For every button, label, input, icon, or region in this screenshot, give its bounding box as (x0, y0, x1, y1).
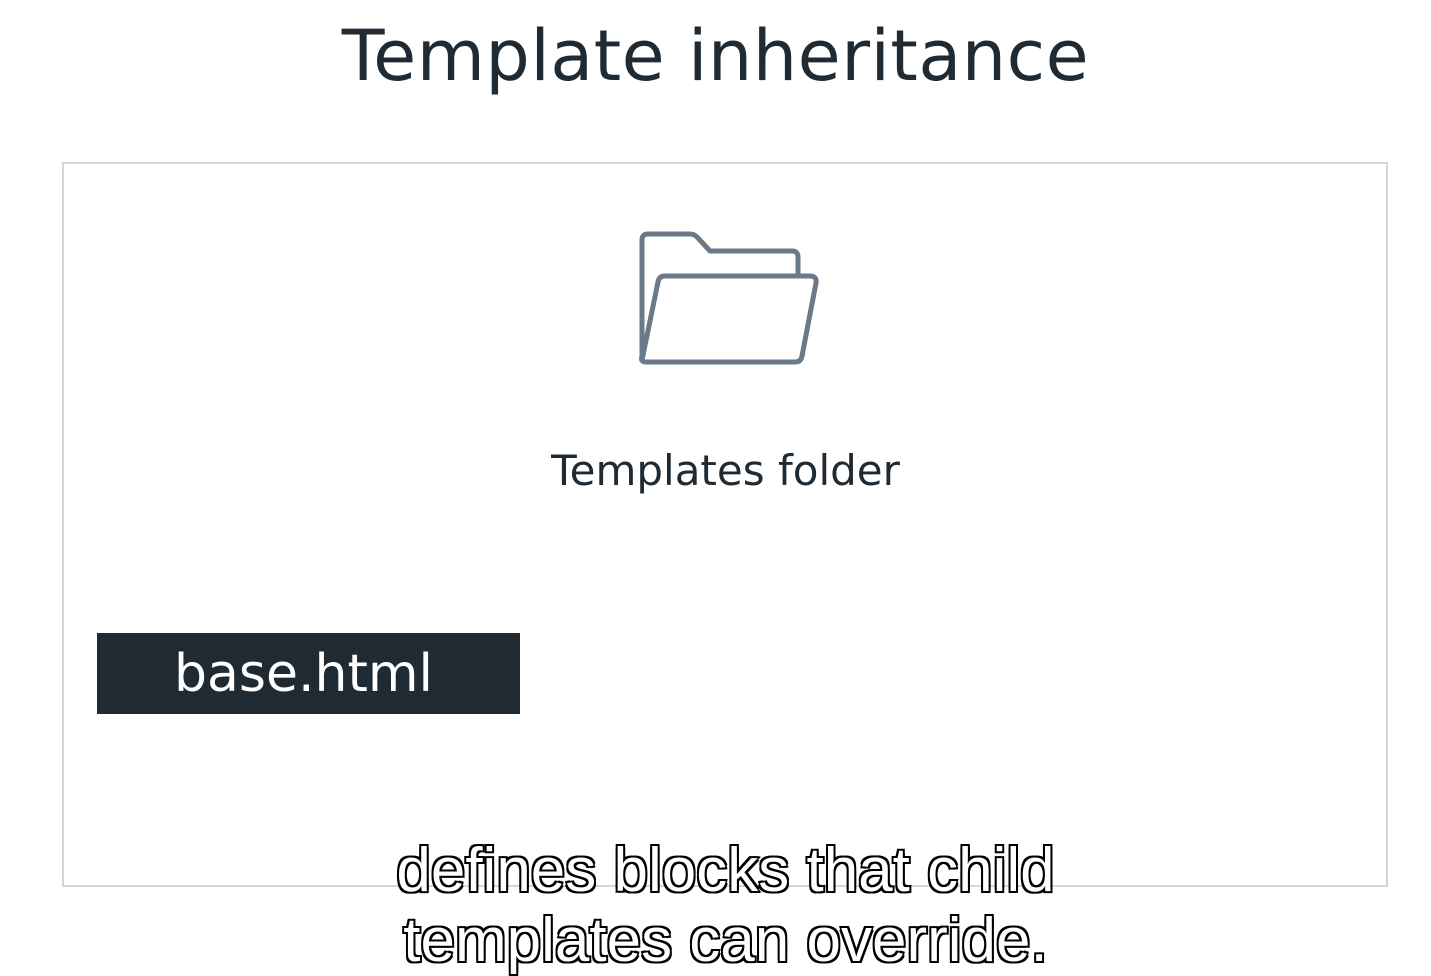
folder-label: Templates folder (551, 446, 900, 495)
subtitle-line-1: defines blocks that child (395, 835, 1056, 907)
file-badge-label: base.html (174, 643, 433, 704)
file-badge-base-html: base.html (97, 633, 520, 714)
slide-title: Template inheritance (341, 15, 1090, 97)
folder-icon (639, 231, 819, 365)
subtitle-line-2: templates can override. (402, 905, 1049, 976)
subtitle-caption: defines blocks that child templates can … (0, 835, 1431, 976)
